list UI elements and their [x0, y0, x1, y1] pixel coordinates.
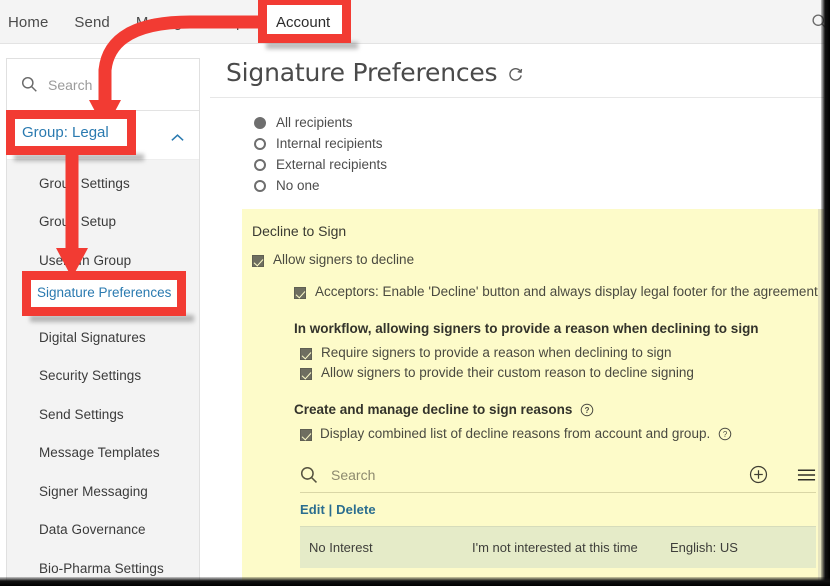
- sidebar-item-send-settings[interactable]: Send Settings: [7, 395, 199, 434]
- sidebar-item-list: Group Settings Group Setup Users In Grou…: [7, 160, 199, 586]
- plus-circle-icon[interactable]: [749, 465, 768, 484]
- annotation-label-group: Group: Legal: [22, 124, 109, 141]
- decline-panel-heading: Decline to Sign: [252, 223, 824, 239]
- annotation-shadow: [266, 42, 358, 49]
- radio-option-no-one[interactable]: No one: [254, 175, 824, 196]
- hamburger-menu-icon[interactable]: [797, 468, 816, 482]
- nav-item-send[interactable]: Send: [74, 14, 109, 31]
- page-title-row: Signature Preferences: [210, 46, 824, 98]
- checkbox-label: Allow signers to decline: [273, 253, 414, 267]
- radio-indicator: [254, 138, 266, 150]
- top-navigation-bar: Home Send Manage Reports Account: [0, 0, 830, 44]
- window-frame-right: [821, 0, 830, 586]
- actions-separator: |: [329, 502, 333, 517]
- manage-reasons-section-title: Create and manage decline to sign reason…: [252, 402, 824, 417]
- page-title: Signature Preferences: [226, 58, 497, 87]
- recipients-radio-group: All recipients Internal recipients Exter…: [210, 98, 824, 208]
- main-content: Signature Preferences All recipients Int…: [210, 46, 824, 586]
- radio-label: All recipients: [276, 115, 353, 130]
- reasons-search-row: Search: [300, 457, 816, 493]
- window-frame-bottom: [0, 577, 830, 586]
- annotation-label-account: Account: [276, 14, 330, 31]
- reason-language-cell: English: US: [670, 540, 738, 555]
- annotation-shadow: [14, 154, 144, 161]
- checkbox-allow-custom-reason[interactable]: Allow signers to provide their custom re…: [252, 366, 824, 380]
- question-mark-icon[interactable]: ?: [718, 427, 732, 441]
- table-row[interactable]: No Interest I'm not interested at this t…: [300, 526, 816, 568]
- sidebar-item-data-governance[interactable]: Data Governance: [7, 511, 199, 550]
- row-actions: Edit | Delete: [300, 502, 824, 517]
- nav-item-reports[interactable]: Reports: [217, 14, 270, 31]
- chevron-up-icon[interactable]: [170, 130, 185, 140]
- radio-indicator: [254, 159, 266, 171]
- checkbox-label: Require signers to provide a reason when…: [321, 346, 671, 360]
- sidebar-search-input[interactable]: Search: [7, 59, 199, 111]
- delete-link[interactable]: Delete: [336, 502, 376, 517]
- checkbox-allow-signers-to-decline[interactable]: Allow signers to decline: [252, 253, 824, 267]
- radio-option-internal-recipients[interactable]: Internal recipients: [254, 133, 824, 154]
- checkbox-indicator: [300, 348, 312, 360]
- sidebar-item-security-settings[interactable]: Security Settings: [7, 357, 199, 396]
- checkbox-label: Display combined list of decline reasons…: [320, 427, 710, 441]
- checkbox-display-combined-list[interactable]: Display combined list of decline reasons…: [252, 427, 824, 441]
- checkbox-label: Acceptors: Enable 'Decline' button and a…: [315, 285, 818, 299]
- radio-option-all-recipients[interactable]: All recipients: [254, 112, 824, 133]
- manage-reasons-title-text: Create and manage decline to sign reason…: [294, 402, 572, 417]
- checkbox-indicator: [294, 287, 306, 299]
- sidebar-item-digital-signatures[interactable]: Digital Signatures: [7, 318, 199, 357]
- search-icon: [300, 466, 318, 484]
- nav-item-manage[interactable]: Manage: [136, 14, 191, 31]
- checkbox-indicator: [300, 429, 312, 441]
- checkbox-acceptors-enable-decline[interactable]: Acceptors: Enable 'Decline' button and a…: [252, 285, 824, 299]
- reason-name-cell: No Interest: [300, 540, 472, 555]
- sidebar-item-group-setup[interactable]: Group Setup: [7, 203, 199, 242]
- search-icon: [21, 76, 38, 93]
- edit-link[interactable]: Edit: [300, 502, 325, 517]
- question-mark-icon[interactable]: ?: [580, 403, 594, 417]
- reasons-search-input[interactable]: Search: [331, 467, 736, 483]
- checkbox-indicator: [300, 368, 312, 380]
- checkbox-label: Allow signers to provide their custom re…: [321, 366, 694, 380]
- radio-label: Internal recipients: [276, 136, 383, 151]
- sidebar-item-users-in-group[interactable]: Users In Group: [7, 241, 199, 280]
- sidebar-item-group-settings[interactable]: Group Settings: [7, 164, 199, 203]
- workflow-section-title: In workflow, allowing signers to provide…: [252, 321, 824, 336]
- radio-label: No one: [276, 178, 320, 193]
- sidebar-item-signer-messaging[interactable]: Signer Messaging: [7, 472, 199, 511]
- checkbox-indicator: [252, 255, 264, 267]
- svg-text:?: ?: [585, 406, 590, 415]
- annotation-label-signature-preferences: Signature Preferences: [37, 285, 171, 300]
- nav-item-home[interactable]: Home: [8, 14, 48, 31]
- reason-text-cell: I'm not interested at this time: [472, 540, 670, 555]
- checkbox-require-reason[interactable]: Require signers to provide a reason when…: [252, 346, 824, 360]
- radio-indicator: [254, 117, 266, 129]
- svg-text:?: ?: [723, 430, 728, 439]
- sidebar-item-message-templates[interactable]: Message Templates: [7, 434, 199, 473]
- app-screenshot: Home Send Manage Reports Account Search: [0, 0, 830, 586]
- radio-indicator: [254, 180, 266, 192]
- radio-label: External recipients: [276, 157, 387, 172]
- radio-option-external-recipients[interactable]: External recipients: [254, 154, 824, 175]
- decline-to-sign-panel: Decline to Sign Allow signers to decline…: [242, 209, 824, 586]
- annotation-shadow: [30, 315, 194, 322]
- refresh-icon[interactable]: [507, 66, 524, 83]
- sidebar-search-placeholder: Search: [48, 77, 92, 93]
